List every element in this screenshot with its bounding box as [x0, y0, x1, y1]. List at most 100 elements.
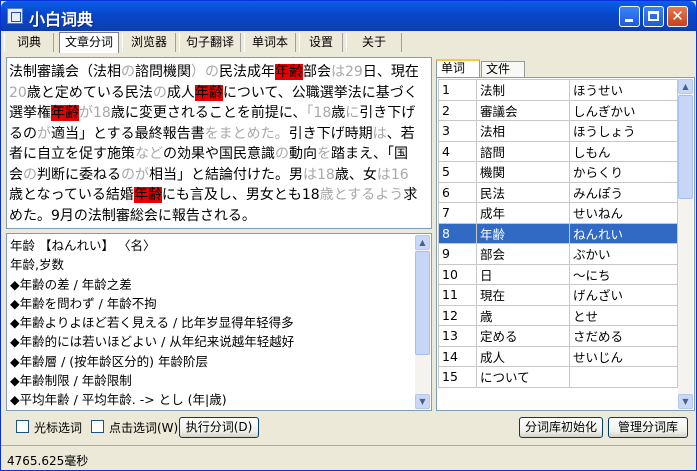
menu-dictionary[interactable]: 词典: [4, 33, 54, 52]
article-segment[interactable]: 歳に変更されることを前提に、: [111, 105, 307, 121]
table-row[interactable]: 10 日～にち: [438, 263, 678, 285]
article-segment[interactable]: 歳と定めている: [27, 85, 125, 101]
table-row[interactable]: 15 について: [438, 366, 678, 388]
article-segment[interactable]: 歳: [331, 105, 345, 121]
article-segment[interactable]: をまとめた。: [205, 126, 289, 142]
article-segment[interactable]: など: [135, 146, 163, 162]
table-row[interactable]: 5 機関 からくり: [438, 161, 678, 183]
table-row[interactable]: 1 法制 ほうせい: [438, 79, 678, 101]
article-segment[interactable]: 判断に委ねる: [37, 167, 121, 183]
row-word: 日: [476, 263, 570, 285]
article-segment[interactable]: の: [121, 64, 135, 80]
article-segment[interactable]: のが: [121, 167, 149, 183]
article-segment[interactable]: 報告される。: [172, 208, 256, 224]
article-segment[interactable]: 歳とするよう: [320, 187, 404, 203]
table-row[interactable]: 8 年齢 ねんれい: [438, 222, 678, 244]
article-segment[interactable]: の効果や国民意識: [163, 146, 275, 162]
tab-files[interactable]: 文件: [481, 61, 525, 77]
definition-scrollbar[interactable]: ▲ ▼: [415, 235, 430, 409]
tab-words[interactable]: 单词: [436, 59, 480, 78]
minimize-button[interactable]: [619, 6, 640, 27]
article-segment[interactable]: は: [373, 126, 387, 142]
table-row[interactable]: 9 部会 ぶかい: [438, 243, 678, 265]
row-word: 成年: [476, 202, 570, 224]
definition-area[interactable]: 年龄 【ねんれい】 〈名〉 年龄,岁数 ◆年齢の差 / 年龄之差 ◆年齢を問わず / …: [6, 233, 432, 411]
article-segment[interactable]: 適当」とする最終報告書: [51, 126, 205, 142]
article-segment[interactable]: は16: [377, 167, 409, 183]
word-list-scrollbar[interactable]: ▲ ▼: [678, 79, 693, 409]
row-word: 機関: [476, 161, 570, 183]
highlighted-word[interactable]: 年齢: [194, 84, 223, 101]
article-segment[interactable]: 成人: [167, 85, 195, 101]
article-segment[interactable]: が: [37, 126, 51, 142]
article-segment[interactable]: を: [317, 146, 331, 162]
article-segment[interactable]: 法制審議会（法相: [9, 64, 121, 80]
article-segment[interactable]: 相当」と結論付けた。男: [149, 167, 303, 183]
article-segment[interactable]: 引き下げ時期: [289, 126, 373, 142]
article-segment[interactable]: 動向: [289, 146, 317, 162]
table-row[interactable]: 11 現在 げんざい: [438, 284, 678, 306]
table-row[interactable]: 3 法相 ほうしょう: [438, 120, 678, 142]
scroll-thumb[interactable]: [415, 251, 430, 355]
row-index: 8: [438, 222, 477, 244]
article-segment[interactable]: ）の: [191, 64, 219, 80]
init-dictionary-button[interactable]: 分词库初始化: [519, 417, 603, 438]
article-segment[interactable]: 月の法制審総会に: [60, 208, 172, 224]
article-segment[interactable]: 歳、女: [335, 167, 377, 183]
definition-line: 年龄 【ねんれい】 〈名〉: [10, 238, 156, 253]
article-segment[interactable]: は18: [303, 167, 335, 183]
article-segment[interactable]: 諮問機関: [135, 64, 191, 80]
menu-about[interactable]: 关于: [346, 33, 402, 52]
article-segment[interactable]: の: [275, 146, 289, 162]
row-word: について: [476, 366, 570, 388]
table-row[interactable]: 6 民法 みんぽう: [438, 181, 678, 203]
article-segment[interactable]: 民法成年: [219, 64, 275, 80]
article-segment[interactable]: 20: [9, 85, 27, 101]
scroll-up-button[interactable]: ▲: [415, 235, 430, 250]
scroll-thumb[interactable]: [678, 95, 693, 199]
article-segment[interactable]: 「18: [306, 105, 331, 121]
article-segment[interactable]: の: [23, 167, 37, 183]
menu-wordbook[interactable]: 单词本: [244, 33, 296, 52]
article-segment[interactable]: 結婚: [106, 187, 134, 203]
row-index: 4: [438, 140, 477, 162]
table-row[interactable]: 2 審議会 しんぎかい: [438, 99, 678, 121]
article-text-area[interactable]: 法制審議会（法相の諮問機関）の民法成年年齢部会は29日、現在20歳と定めている民…: [6, 57, 432, 229]
article-segment[interactable]: に: [345, 105, 359, 121]
article-segment[interactable]: にも言及し、男女とも18: [162, 187, 320, 203]
click-select-checkbox[interactable]: [91, 420, 104, 433]
menu-sentence-translate[interactable]: 句子翻译: [179, 33, 241, 52]
article-segment[interactable]: 民法: [125, 85, 153, 101]
article-segment[interactable]: 日、現在: [363, 64, 419, 80]
article-segment[interactable]: は29: [331, 64, 363, 80]
article-text[interactable]: 法制審議会（法相の諮問機関）の民法成年年齢部会は29日、現在20歳と定めている民…: [9, 62, 419, 226]
row-index: 7: [438, 202, 477, 224]
row-word: 歳: [476, 304, 570, 326]
manage-dictionary-button[interactable]: 管理分词库: [608, 417, 688, 438]
article-segment[interactable]: 部会: [303, 64, 331, 80]
table-row[interactable]: 4 諮問 しもん: [438, 140, 678, 162]
article-segment[interactable]: 歳となっている: [9, 187, 106, 203]
run-segment-button[interactable]: 执行分词(D): [179, 417, 259, 438]
maximize-button[interactable]: [643, 6, 664, 27]
table-row[interactable]: 7 成年 せいねん: [438, 202, 678, 224]
highlighted-word[interactable]: 年齢: [51, 105, 79, 121]
menu-article-segment[interactable]: 文章分词: [59, 32, 119, 53]
table-row[interactable]: 12 歳とせ: [438, 304, 678, 326]
scroll-down-button[interactable]: ▼: [415, 394, 430, 409]
article-segment[interactable]: が18: [79, 105, 111, 121]
menu-browser[interactable]: 浏览器: [122, 33, 176, 52]
row-word: 現在: [476, 284, 570, 306]
title-bar[interactable]: 小白词典 ✕: [1, 1, 696, 31]
highlighted-word[interactable]: 年齢: [275, 64, 303, 80]
close-button[interactable]: ✕: [667, 6, 688, 27]
scroll-up-button[interactable]: ▲: [678, 79, 693, 94]
cursor-select-checkbox[interactable]: [16, 420, 29, 433]
table-row[interactable]: 13 定める さだめる: [438, 325, 678, 347]
scroll-down-button[interactable]: ▼: [678, 394, 693, 409]
table-row[interactable]: 14 成人 せいじん: [438, 345, 678, 367]
highlighted-word[interactable]: 年齢: [133, 187, 162, 203]
menu-settings[interactable]: 设置: [299, 33, 343, 52]
article-segment[interactable]: の: [153, 85, 167, 101]
control-bar: 光标选词 点击选词(W) 执行分词(D) 分词库初始化 管理分词库: [6, 414, 695, 441]
